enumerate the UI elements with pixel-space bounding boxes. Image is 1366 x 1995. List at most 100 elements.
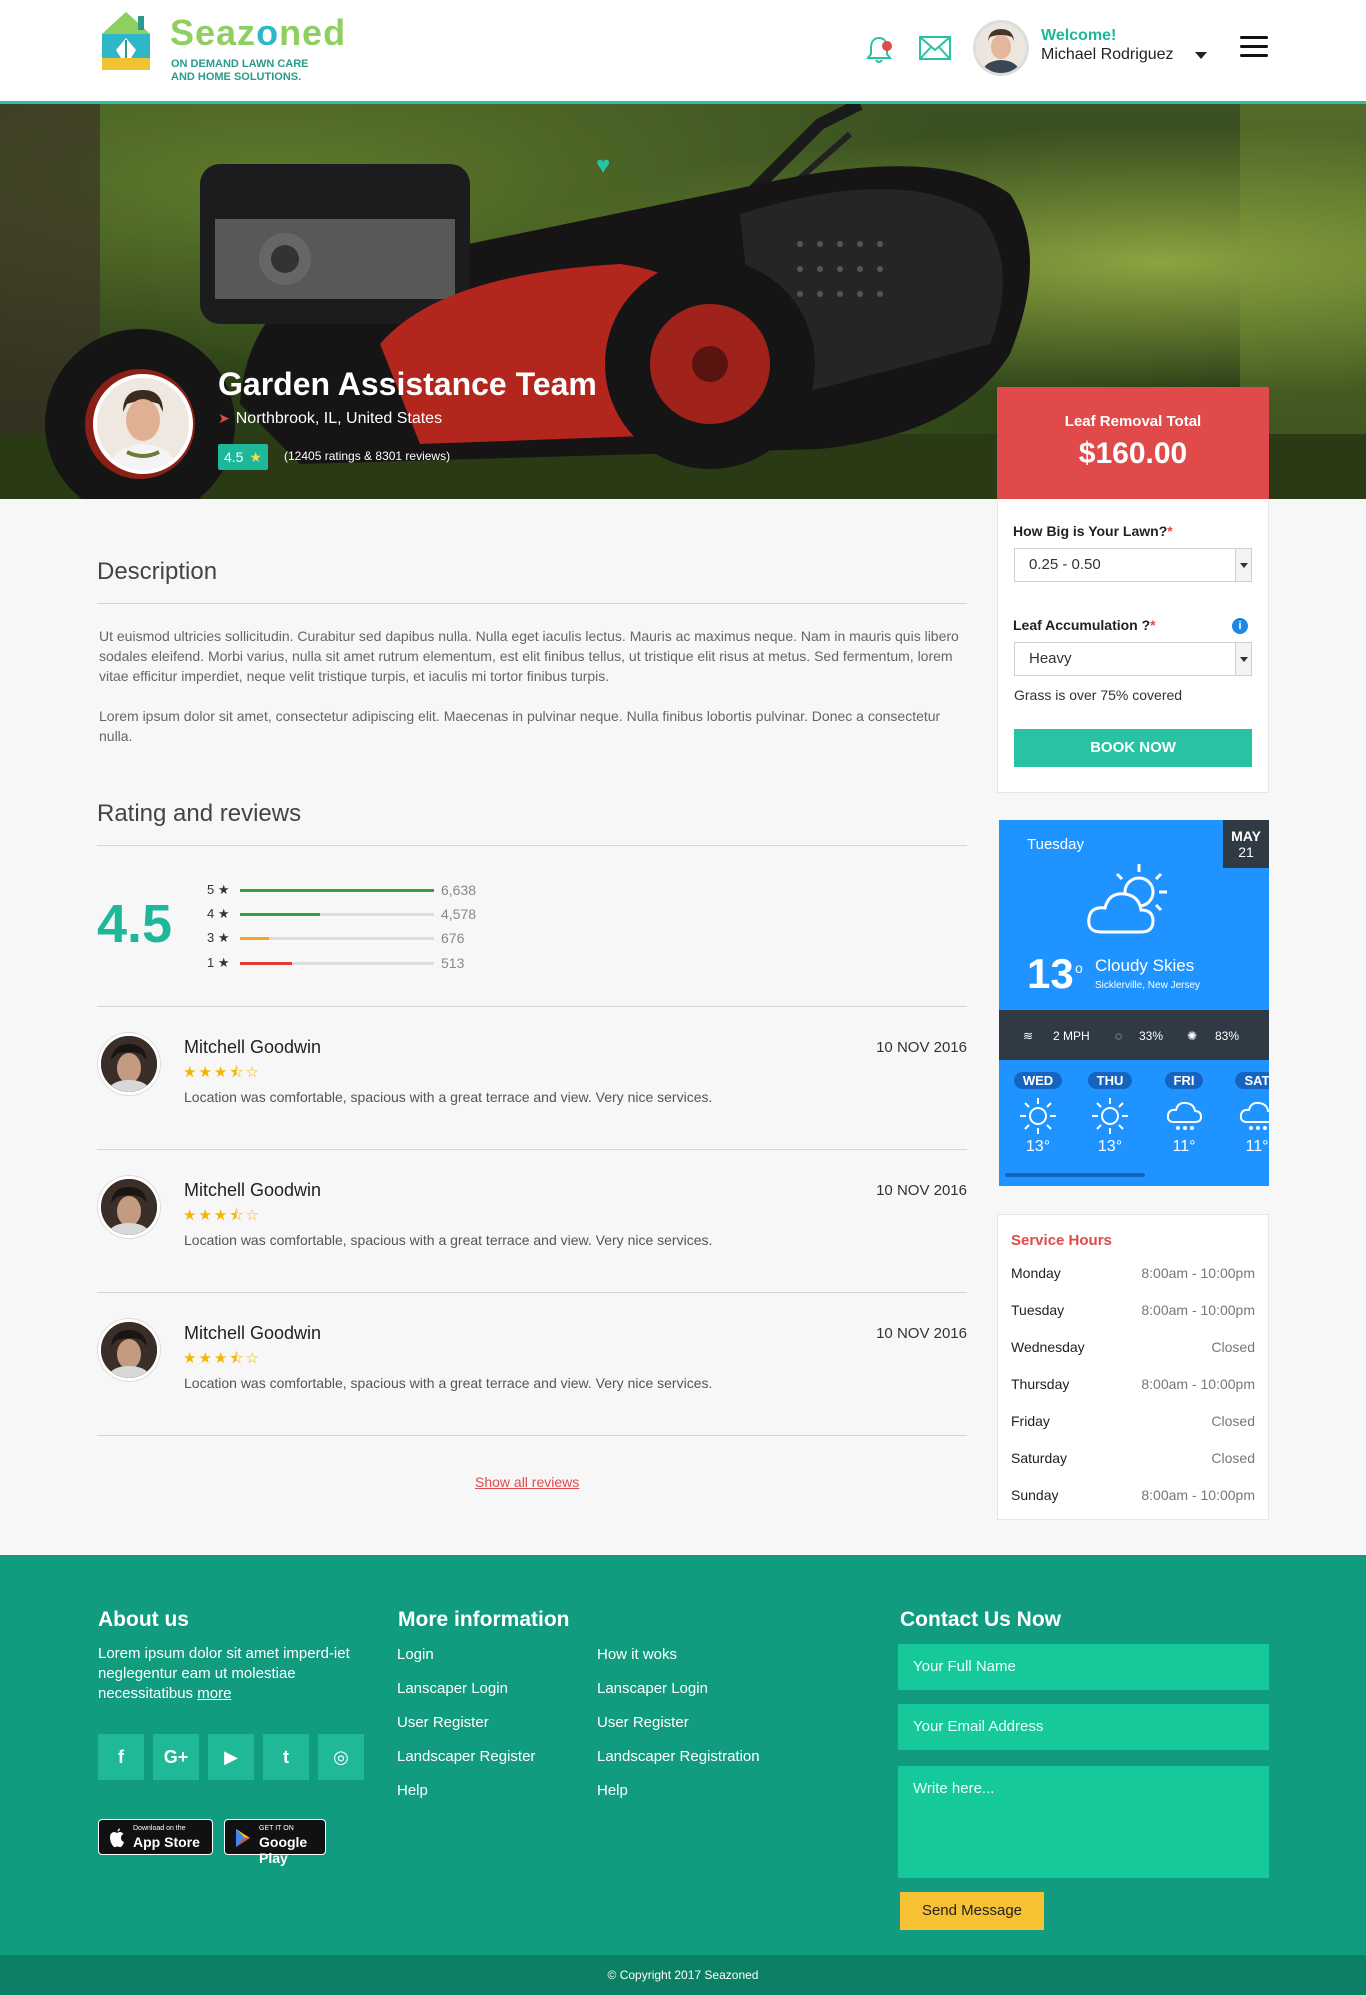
hours-time: 8:00am - 10:00pm xyxy=(1141,1376,1255,1392)
facebook-icon[interactable]: f xyxy=(98,1734,144,1780)
book-now-button[interactable]: BOOK NOW xyxy=(1014,729,1252,767)
site-header: Seazoned ON DEMAND LAWN CARE AND HOME SOL… xyxy=(0,0,1366,104)
footer-link-help[interactable]: Help xyxy=(397,1782,428,1799)
google-plus-icon[interactable]: G+ xyxy=(153,1734,199,1780)
about-title: About us xyxy=(98,1608,189,1631)
email-field[interactable]: Your Email Address xyxy=(898,1704,1269,1750)
footer-link-user-register[interactable]: User Register xyxy=(397,1714,489,1731)
lawn-size-label: How Big is Your Lawn?* xyxy=(1013,523,1173,539)
show-all-reviews-link[interactable]: Show all reviews xyxy=(475,1474,579,1490)
reviewer-name: Mitchell Goodwin xyxy=(184,1323,322,1343)
message-field[interactable]: Write here... xyxy=(898,1766,1269,1878)
twitter-icon[interactable]: t xyxy=(263,1734,309,1780)
weather-day: Tuesday xyxy=(1027,836,1084,853)
chevron-down-icon[interactable] xyxy=(1195,52,1207,59)
lawn-size-label-text: How Big is Your Lawn? xyxy=(1013,523,1168,539)
forecast-scrollbar[interactable] xyxy=(1005,1173,1145,1177)
rating-bar-row: 4 ★ 4,578 xyxy=(207,904,507,924)
user-avatar-image xyxy=(976,23,1026,73)
rating-bar-fill xyxy=(240,913,320,916)
review-item: Mitchell Goodwin 10 NOV 2016 ★★★⯪☆ Locat… xyxy=(97,1150,967,1293)
description-paragraph: Ut euismod ultricies sollicitudin. Curab… xyxy=(99,628,959,684)
weather-location: Sicklerville, New Jersey xyxy=(1095,980,1201,991)
hours-day: Thursday xyxy=(1011,1376,1070,1392)
raindrop-icon: ◌ xyxy=(1115,1029,1123,1043)
forecast-day: THU 13° xyxy=(1084,1072,1136,1156)
booking-panel: Leaf Removal Total $160.00 How Big is Yo… xyxy=(997,387,1269,793)
rating-bar-row: 3 ★ 676 xyxy=(207,928,507,948)
description-paragraph: Lorem ipsum dolor sit amet, consectetur … xyxy=(99,708,941,744)
user-avatar[interactable] xyxy=(973,20,1029,76)
price-value: $160.00 xyxy=(1078,437,1188,470)
footer-link-user-register[interactable]: User Register xyxy=(597,1714,689,1731)
apple-icon xyxy=(110,1828,124,1848)
logo[interactable]: Seazoned ON DEMAND LAWN CARE AND HOME SOL… xyxy=(98,10,345,83)
wind-icon: ≋ xyxy=(1023,1029,1034,1043)
weather-condition: Cloudy Skies xyxy=(1095,956,1195,975)
rain-chance: 33% xyxy=(1139,1029,1164,1043)
rating-bar-fill xyxy=(240,937,270,940)
footer-link-help[interactable]: Help xyxy=(597,1782,628,1799)
leaf-accumulation-select[interactable]: Heavy xyxy=(1014,642,1252,676)
review-date: 10 NOV 2016 xyxy=(876,1039,967,1056)
logo-wordmark-c: ned xyxy=(279,12,347,53)
leaf-accumulation-label: Leaf Accumulation ?* xyxy=(1013,617,1156,633)
select-arrow-icon[interactable] xyxy=(1235,643,1251,675)
location-arrow-icon: ➤ xyxy=(218,410,230,426)
logo-wordmark-b: o xyxy=(256,12,280,53)
forecast-day-label: THU xyxy=(1087,1072,1133,1089)
rating-bar-count: 4,578 xyxy=(441,906,477,922)
footer-link-landscaper-register[interactable]: Landscaper Register xyxy=(397,1748,535,1765)
reviewer-avatar-image xyxy=(101,1179,157,1235)
full-name-field[interactable]: Your Full Name xyxy=(898,1644,1269,1690)
favorite-heart-icon[interactable]: ♥ xyxy=(596,152,610,180)
send-message-button[interactable]: Send Message xyxy=(900,1892,1044,1930)
footer-link-landscaper-registration[interactable]: Landscaper Registration xyxy=(597,1748,760,1765)
hamburger-menu-icon[interactable] xyxy=(1240,36,1268,58)
footer-link-landscaper-login[interactable]: Lanscaper Login xyxy=(397,1680,508,1697)
rating-bar-label: 1 ★ xyxy=(207,955,230,970)
weather-month: MAY xyxy=(1231,828,1261,844)
google-play-badge[interactable]: GET IT ON Google Play xyxy=(224,1819,326,1866)
info-icon[interactable]: i xyxy=(1232,618,1248,634)
weather-degree-symbol: o xyxy=(1075,960,1083,976)
select-arrow-icon[interactable] xyxy=(1235,549,1251,581)
forecast-temp: 13° xyxy=(1025,1138,1051,1155)
rating-bar-track xyxy=(240,937,434,940)
provider-avatar xyxy=(93,374,193,474)
about-more-link[interactable]: more xyxy=(197,1685,231,1702)
snow-cloud-icon xyxy=(1166,1101,1203,1130)
user-name[interactable]: Michael Rodriguez xyxy=(1041,46,1174,64)
rating-bar-row: 1 ★ 513 xyxy=(207,953,507,973)
hours-time: 8:00am - 10:00pm xyxy=(1141,1487,1255,1503)
divider xyxy=(97,845,967,846)
footer-link-login[interactable]: Login xyxy=(397,1646,434,1663)
price-label: Leaf Removal Total xyxy=(1064,413,1202,430)
hours-time: Closed xyxy=(1211,1339,1255,1355)
overall-rating: 4.5 xyxy=(97,894,173,954)
forecast-temp: 13° xyxy=(1097,1138,1123,1155)
hours-day: Tuesday xyxy=(1011,1302,1065,1318)
hours-row: Tuesday 8:00am - 10:00pm xyxy=(1011,1302,1255,1318)
youtube-icon[interactable]: ▶ xyxy=(208,1734,254,1780)
rating-badge-value: 4.5 xyxy=(224,449,244,465)
rating-bar-count: 676 xyxy=(441,930,465,946)
weather-widget: Tuesday MAY 21 13 o Cloudy Skies Sickler… xyxy=(999,820,1269,1186)
house-logo-icon xyxy=(102,12,150,70)
leaf-accumulation-label-text: Leaf Accumulation ? xyxy=(1013,617,1151,633)
price-header: Leaf Removal Total $160.00 xyxy=(997,387,1269,499)
lawn-size-select[interactable]: 0.25 - 0.50 xyxy=(1014,548,1252,582)
rating-bar-fill xyxy=(240,962,293,965)
star-icon: ★ xyxy=(249,449,262,465)
app-store-badge[interactable]: Download on the App Store xyxy=(98,1819,213,1855)
leaf-accumulation-value: Heavy xyxy=(1029,650,1072,667)
lawn-size-value: 0.25 - 0.50 xyxy=(1029,556,1101,573)
logo-tagline-2: AND HOME SOLUTIONS. xyxy=(171,71,302,83)
mail-icon[interactable] xyxy=(918,34,952,62)
footer-link-landscaper-login[interactable]: Lanscaper Login xyxy=(597,1680,708,1697)
footer-link-how-it-works[interactable]: How it woks xyxy=(597,1646,677,1663)
instagram-icon[interactable]: ◎ xyxy=(318,1734,364,1780)
bell-icon[interactable] xyxy=(864,34,894,64)
snow-cloud-icon xyxy=(1239,1101,1269,1130)
divider xyxy=(97,603,967,604)
